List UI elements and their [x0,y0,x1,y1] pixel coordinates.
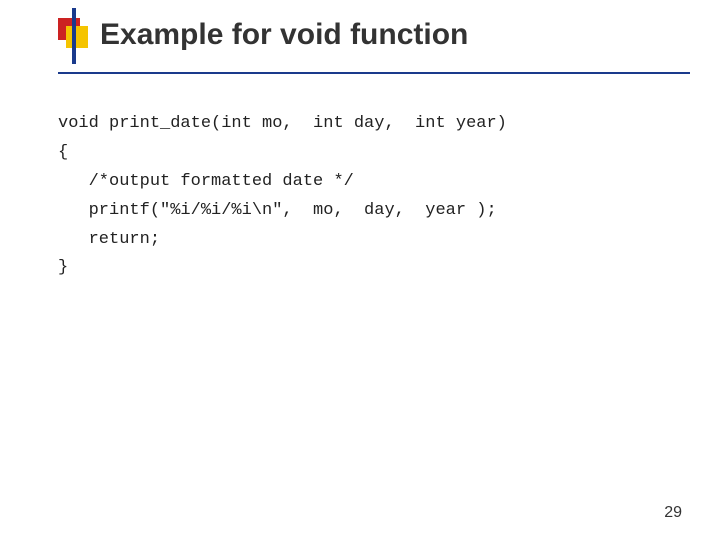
slide-title: Example for void function [100,18,468,52]
code-block: void print_date(int mo, int day, int yea… [58,110,690,283]
title-rule [58,72,690,74]
slide: Example for void function void print_dat… [0,0,720,540]
accent-vertical-line [72,8,76,64]
code-line-5: return; [58,226,690,255]
accent-yellow [66,26,88,48]
code-line-1: void print_date(int mo, int day, int yea… [58,110,690,139]
code-line-6: } [58,254,690,283]
code-line-2: { [58,139,690,168]
code-line-3: /*output formatted date */ [58,168,690,197]
page-number: 29 [664,504,682,522]
code-line-4: printf("%i/%i/%i\n", mo, day, year ); [58,197,690,226]
